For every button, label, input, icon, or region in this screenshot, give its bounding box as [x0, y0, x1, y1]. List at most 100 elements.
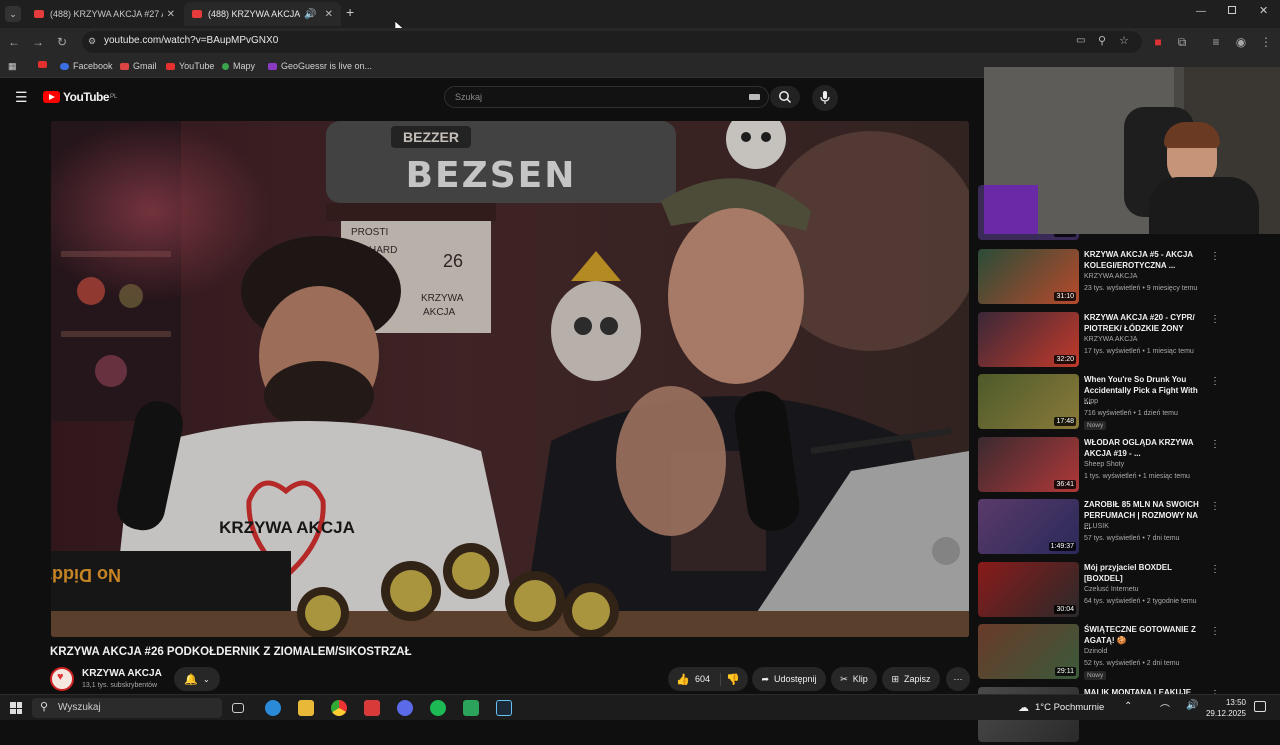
- apps-grid-icon[interactable]: ▦: [8, 61, 17, 72]
- obs-icon[interactable]: [463, 700, 479, 716]
- bookmark-geoguessr[interactable]: GeoGuessr is live on...: [268, 61, 372, 71]
- video-title[interactable]: Mój przyjaciel BOXDEL [BOXDEL]: [1084, 562, 1204, 584]
- subscription-bell-button[interactable]: 🔔 ⌄: [174, 667, 220, 691]
- chrome-browser-icon[interactable]: [331, 700, 347, 716]
- clock[interactable]: 13:50 29.12.2025: [1204, 697, 1246, 719]
- channel-name[interactable]: Czelusć Internetu: [1084, 586, 1138, 593]
- zoom-icon[interactable]: ⚲: [1098, 34, 1106, 47]
- like-button[interactable]: 👍 604: [676, 672, 722, 686]
- bookmark-youtube-icon[interactable]: [38, 61, 47, 68]
- weather-widget[interactable]: ☁ 1°C Pochmurnie: [1018, 701, 1104, 714]
- channel-name[interactable]: Kipp: [1084, 398, 1098, 405]
- extensions-puzzle-icon[interactable]: ⧉: [1174, 34, 1190, 50]
- video-thumbnail[interactable]: 1:49:37: [978, 499, 1079, 554]
- notification-icon[interactable]: [1254, 701, 1266, 712]
- clip-button[interactable]: ✂ Klip: [831, 667, 877, 691]
- channel-avatar[interactable]: ♥: [50, 667, 74, 691]
- channel-name[interactable]: Sheep Shoty: [1084, 461, 1124, 468]
- more-vertical-icon[interactable]: ⋮: [1210, 439, 1220, 450]
- sidebar-video-item[interactable]: 32:20 KRZYWA AKCJA #20 - CYPR/ PIOTREK/ Ł…: [978, 311, 1278, 370]
- video-player[interactable]: BEZZER BEZSEN PROSTIHARDLIFE26PANCUALEXK…: [51, 121, 969, 637]
- voice-search-button[interactable]: [812, 85, 838, 111]
- file-explorer-icon[interactable]: [298, 700, 314, 716]
- new-tab-button[interactable]: +: [346, 4, 354, 20]
- cast-icon[interactable]: ▭: [1076, 35, 1085, 46]
- channel-name[interactable]: KRZYWA AKCJA: [1084, 336, 1137, 343]
- windows-start-icon[interactable]: [10, 702, 22, 714]
- wps-office-icon[interactable]: [364, 700, 380, 716]
- more-vertical-icon[interactable]: ⋮: [1210, 564, 1220, 575]
- guide-menu-icon[interactable]: ☰: [15, 89, 28, 106]
- profile-avatar-icon[interactable]: ◉: [1233, 34, 1249, 50]
- sidebar-video-item[interactable]: 31:10 KRZYWA AKCJA #5 - AKCJA KOLEGI/EROT…: [978, 249, 1278, 307]
- address-bar[interactable]: ⚙ youtube.com/watch?v=BAupMPvGNX0 ▭ ⚲ ☆: [82, 31, 1142, 53]
- search-icon: ⚲: [40, 701, 49, 713]
- edge-browser-icon[interactable]: [265, 700, 281, 716]
- extension-red-icon[interactable]: ■: [1150, 34, 1166, 50]
- share-button[interactable]: ➦ Udostępnij: [752, 667, 826, 691]
- bookmark-star-icon[interactable]: ☆: [1119, 34, 1129, 47]
- network-icon[interactable]: ⌒: [1160, 701, 1170, 716]
- sidebar-video-item[interactable]: 36:41 WŁODAR OGLĄDA KRZYWA AKCJA #19 - ..…: [978, 436, 1278, 495]
- video-title[interactable]: KRZYWA AKCJA #5 - AKCJA KOLEGI/EROTYCZNA…: [1084, 249, 1204, 271]
- tab-krzywa-akcja-26[interactable]: (488) KRZYWA AKCJA #26 P 🔊 ✕: [184, 2, 341, 26]
- sidebar-video-item[interactable]: 29:11 ŚWIĄTECZNE GOTOWANIE Z AGATĄ! 🍪 Dzin…: [978, 624, 1278, 682]
- search-button[interactable]: [770, 86, 800, 108]
- restore-window-icon[interactable]: [1228, 6, 1236, 14]
- more-vertical-icon[interactable]: ⋮: [1210, 376, 1220, 387]
- video-title[interactable]: ŚWIĄTECZNE GOTOWANIE Z AGATĄ! 🍪: [1084, 624, 1204, 646]
- video-thumbnail[interactable]: 31:10: [978, 249, 1079, 304]
- maps-pin-icon: [222, 62, 229, 70]
- video-thumbnail[interactable]: 32:20: [978, 311, 1079, 367]
- bookmark-youtube[interactable]: YouTube: [166, 61, 214, 71]
- video-title[interactable]: When You're So Drunk You Accidentally Pi…: [1084, 374, 1204, 407]
- back-arrow-icon[interactable]: ←: [6, 34, 22, 50]
- bookmark-gmail[interactable]: Gmail: [120, 61, 157, 71]
- youtube-logo[interactable]: YouTube PL: [43, 90, 117, 104]
- video-thumbnail[interactable]: 36:41: [978, 436, 1079, 492]
- sidebar-video-item[interactable]: 30:04 Mój przyjaciel BOXDEL [BOXDEL] Czelu…: [978, 561, 1278, 620]
- save-button[interactable]: ⊞ Zapisz: [882, 667, 940, 691]
- reload-icon[interactable]: ↻: [54, 34, 70, 50]
- discord-icon[interactable]: [397, 700, 413, 716]
- spotify-icon[interactable]: [430, 700, 446, 716]
- more-vertical-icon[interactable]: ⋮: [1210, 251, 1220, 262]
- taskbar-search-box[interactable]: ⚲ Wyszukaj: [32, 698, 222, 718]
- speaker-icon[interactable]: 🔊: [304, 9, 316, 20]
- bookmark-facebook[interactable]: Facebook: [60, 61, 113, 71]
- channel-name[interactable]: PLUSIK: [1084, 523, 1109, 530]
- video-title[interactable]: KRZYWA AKCJA #20 - CYPR/ PIOTREK/ ŁÓDZKI…: [1084, 312, 1204, 334]
- more-vertical-icon[interactable]: ⋮: [1210, 314, 1220, 325]
- forward-arrow-icon[interactable]: →: [30, 34, 46, 50]
- steam-icon[interactable]: [496, 700, 512, 716]
- browser-menu-icon[interactable]: ⋮: [1258, 34, 1274, 50]
- url-text[interactable]: youtube.com/watch?v=BAupMPvGNX0: [104, 35, 278, 46]
- tab-search-button[interactable]: ⌄: [5, 6, 21, 22]
- reading-list-icon[interactable]: ≡: [1208, 34, 1224, 50]
- volume-icon[interactable]: 🔊: [1186, 700, 1198, 711]
- video-thumbnail[interactable]: 29:11: [978, 624, 1079, 679]
- more-vertical-icon[interactable]: ⋮: [1210, 501, 1220, 512]
- search-input[interactable]: Szukaj: [444, 86, 769, 108]
- video-thumbnail[interactable]: 17:48: [978, 374, 1079, 429]
- channel-name[interactable]: KRZYWA AKCJA: [1084, 273, 1137, 280]
- channel-name[interactable]: Dzinold: [1084, 648, 1107, 655]
- sidebar-video-item[interactable]: 1:49:37 ZAROBIŁ 85 MLN NA SWOICH PERFUMAC…: [978, 499, 1278, 557]
- sidebar-video-item[interactable]: 17:48 When You're So Drunk You Accidental…: [978, 374, 1278, 432]
- more-vertical-icon[interactable]: ⋮: [1210, 626, 1220, 637]
- more-actions-button[interactable]: ⋯: [946, 667, 970, 691]
- close-window-icon[interactable]: ✕: [1259, 4, 1268, 17]
- thumbs-down-icon[interactable]: 👎: [726, 673, 740, 686]
- tray-chevron-icon[interactable]: ⌃: [1124, 701, 1132, 712]
- video-thumbnail[interactable]: 30:04: [978, 561, 1079, 617]
- video-title[interactable]: WŁODAR OGLĄDA KRZYWA AKCJA #19 - ...: [1084, 437, 1204, 459]
- task-view-icon[interactable]: [232, 703, 244, 713]
- minimize-window-icon[interactable]: —: [1196, 6, 1206, 17]
- channel-name[interactable]: KRZYWA AKCJA: [82, 668, 162, 679]
- tab-krzywa-akcja-27[interactable]: (488) KRZYWA AKCJA #27 AUTO ✕: [26, 2, 183, 26]
- close-tab-icon[interactable]: ✕: [167, 9, 175, 20]
- keyboard-icon[interactable]: [749, 94, 760, 100]
- close-tab-icon[interactable]: ✕: [325, 9, 333, 20]
- bookmark-mapy[interactable]: Mapy: [222, 61, 255, 71]
- site-info-icon[interactable]: ⚙: [88, 36, 96, 47]
